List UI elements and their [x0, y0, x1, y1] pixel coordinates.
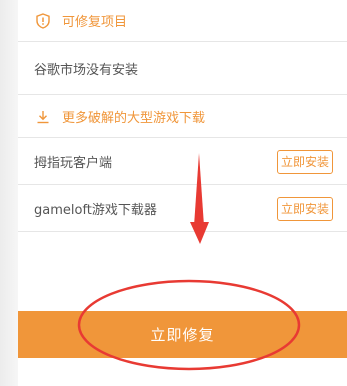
red-arrow-icon: [190, 153, 209, 244]
annotation-overlay: [77, 153, 301, 371]
red-ellipse-icon: [77, 279, 301, 371]
